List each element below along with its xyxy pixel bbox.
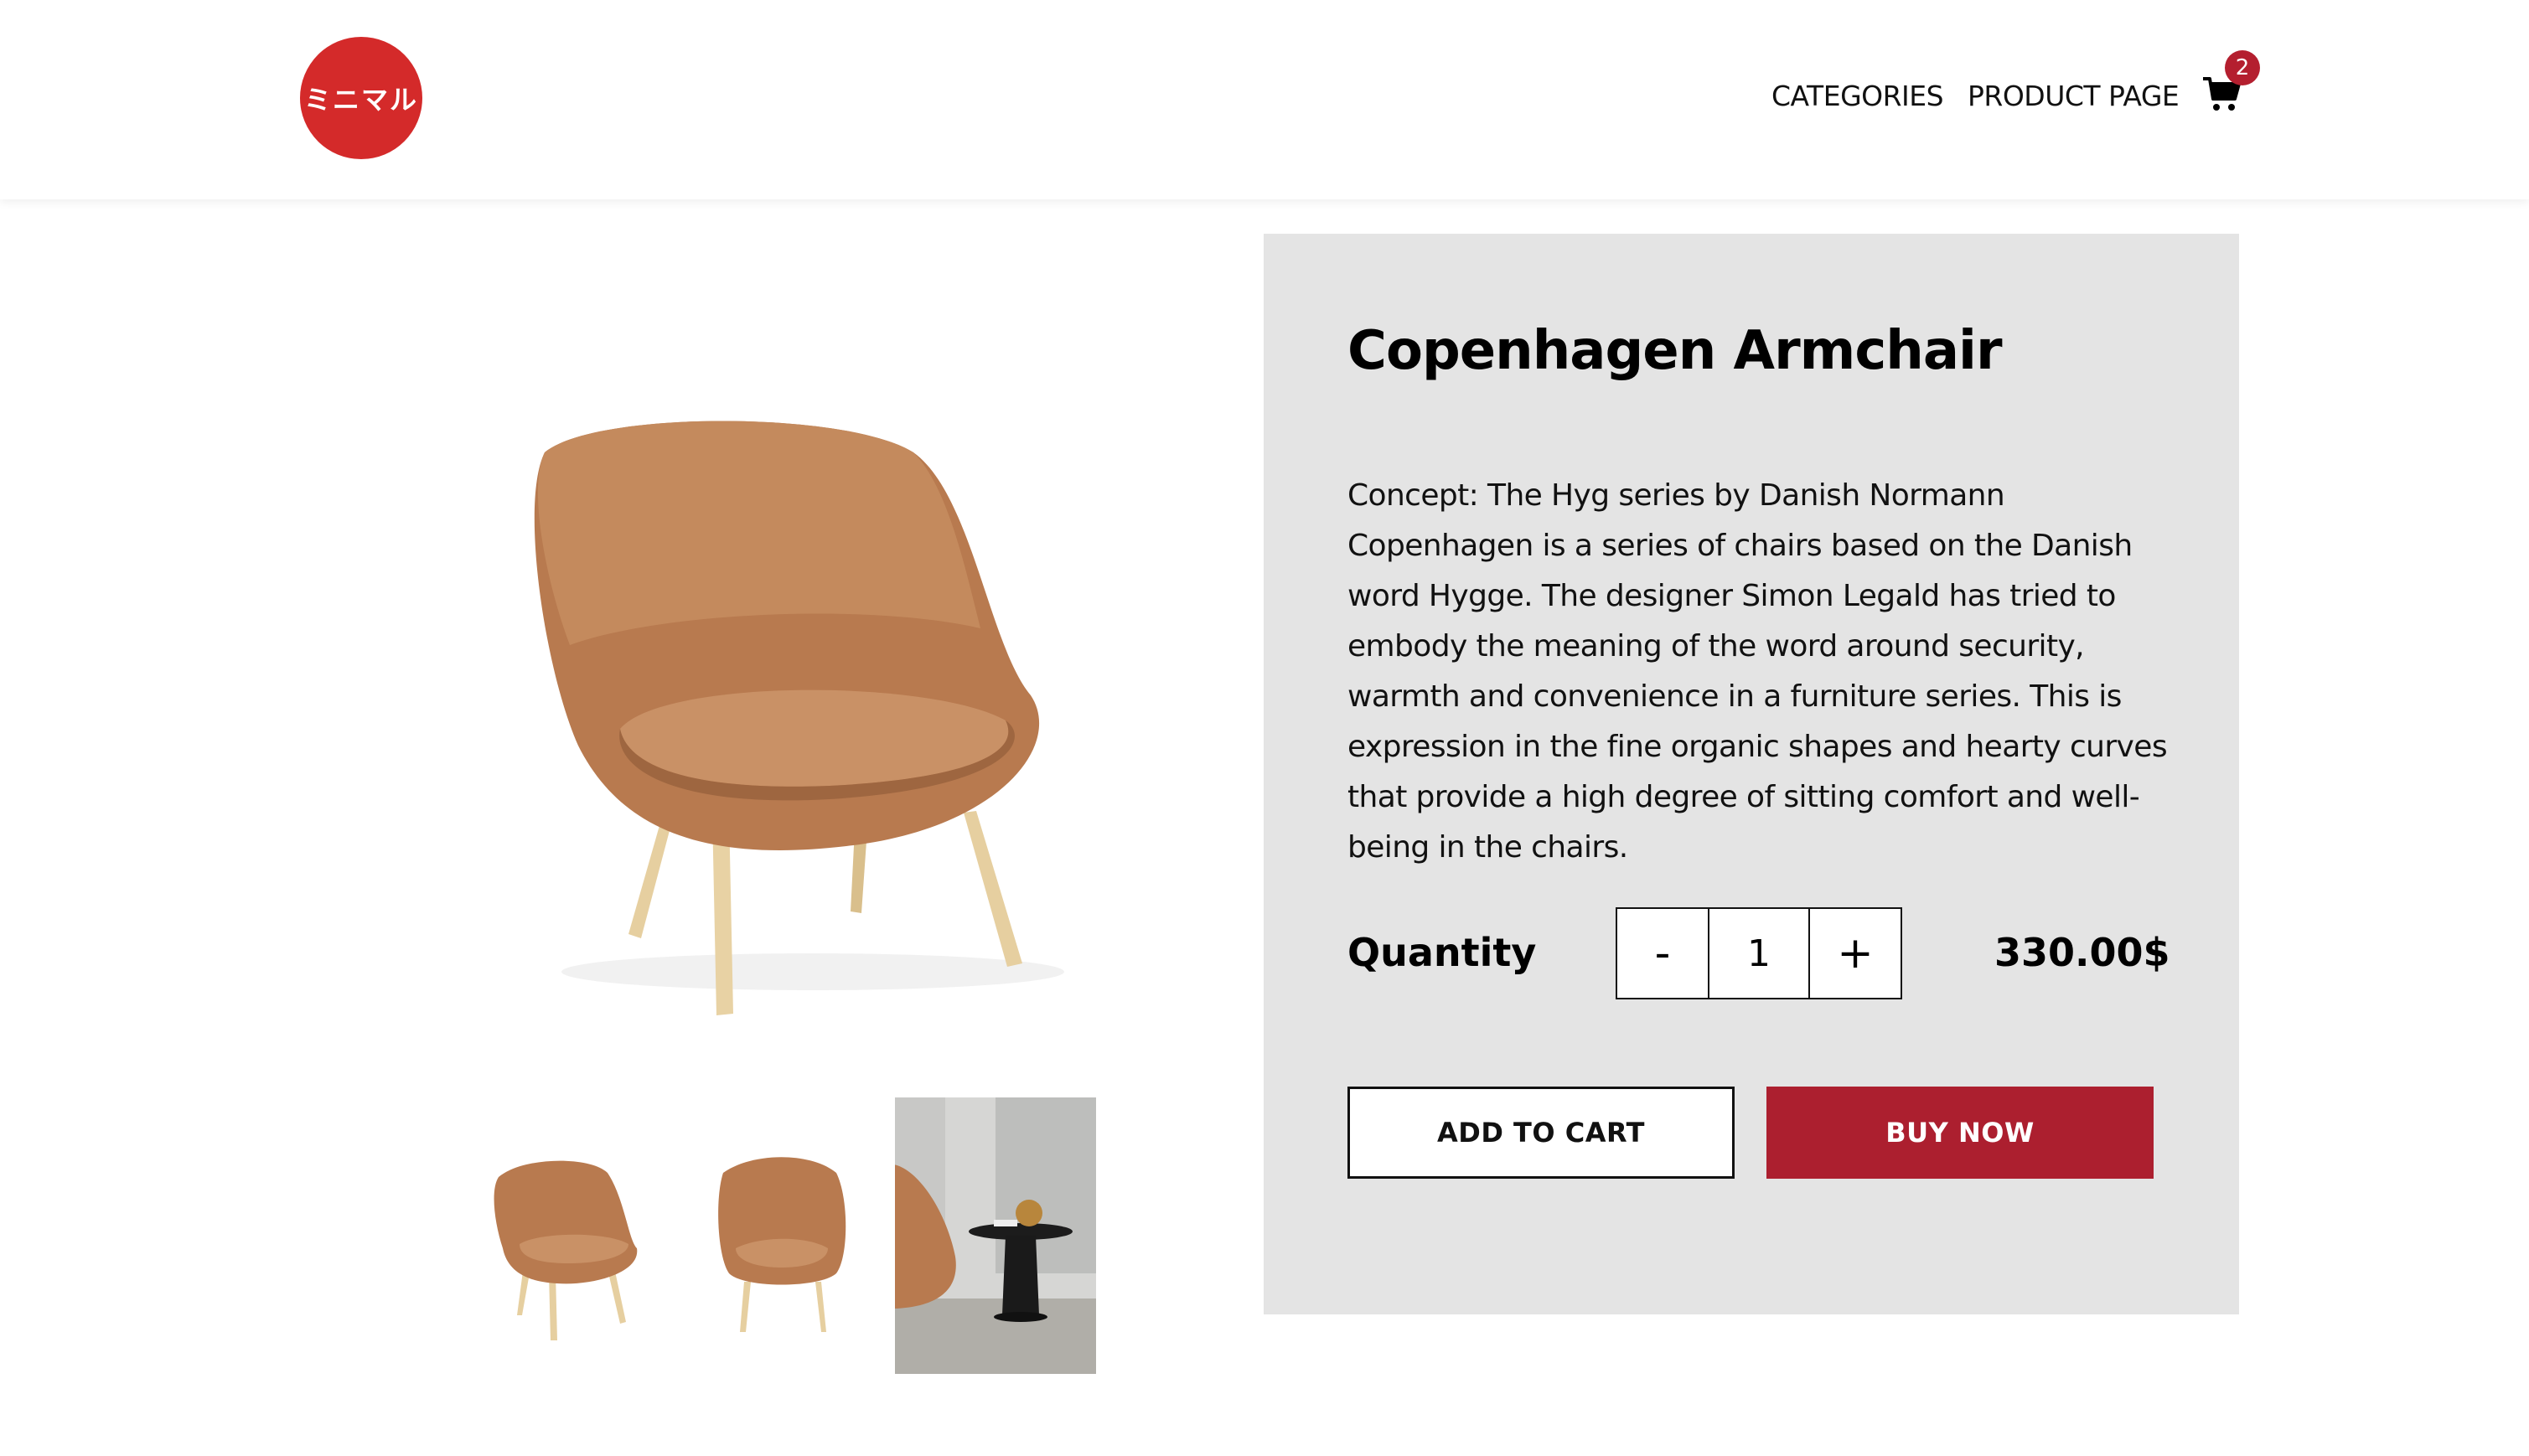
buy-now-button[interactable]: BUY NOW: [1766, 1087, 2154, 1179]
logo-text: ミニマル: [303, 84, 418, 116]
increase-quantity-button[interactable]: +: [1808, 909, 1901, 998]
nav-product-page[interactable]: PRODUCT PAGE: [1968, 80, 2180, 112]
product-thumbnail[interactable]: [677, 1097, 878, 1374]
product-description: Concept: The Hyg series by Danish Norman…: [1347, 478, 2168, 865]
cart-count-badge: 2: [2225, 50, 2260, 85]
quantity-stepper: - 1 +: [1616, 907, 1902, 999]
add-to-cart-button[interactable]: ADD TO CART: [1347, 1087, 1735, 1179]
product-title: Copenhagen Armchair: [1347, 320, 2002, 382]
nav-categories[interactable]: CATEGORIES: [1771, 80, 1944, 112]
decrease-quantity-button[interactable]: -: [1617, 909, 1709, 998]
product-price: 330.00$: [1994, 930, 2170, 975]
quantity-label: Quantity: [1347, 930, 1537, 975]
product-main-image: [494, 394, 1115, 1030]
product-thumbnail[interactable]: [465, 1097, 666, 1374]
logo[interactable]: ミニマル: [300, 37, 422, 159]
site-header: ミニマル CATEGORIES PRODUCT PAGE 2: [0, 0, 2529, 199]
quantity-value[interactable]: 1: [1709, 909, 1808, 998]
product-thumbnail-room[interactable]: [895, 1097, 1096, 1374]
